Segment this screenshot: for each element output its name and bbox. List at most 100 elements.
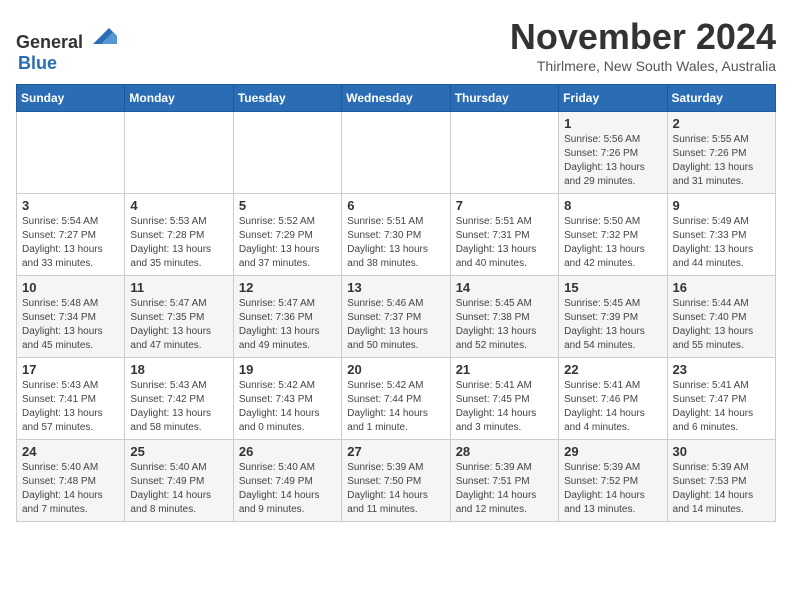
day-number: 20 bbox=[347, 362, 444, 377]
calendar-cell: 3 Sunrise: 5:54 AM Sunset: 7:27 PM Daylig… bbox=[17, 194, 125, 276]
day-number: 24 bbox=[22, 444, 119, 459]
calendar-cell: 13 Sunrise: 5:46 AM Sunset: 7:37 PM Dayli… bbox=[342, 276, 450, 358]
calendar-cell: 29 Sunrise: 5:39 AM Sunset: 7:52 PM Dayli… bbox=[559, 440, 667, 522]
day-number: 1 bbox=[564, 116, 661, 131]
weekday-row: SundayMondayTuesdayWednesdayThursdayFrid… bbox=[17, 85, 776, 112]
day-info: Sunrise: 5:41 AM Sunset: 7:45 PM Dayligh… bbox=[456, 379, 553, 435]
day-info: Sunrise: 5:41 AM Sunset: 7:46 PM Dayligh… bbox=[564, 379, 661, 435]
calendar-cell bbox=[342, 112, 450, 194]
day-number: 27 bbox=[347, 444, 444, 459]
day-info: Sunrise: 5:43 AM Sunset: 7:41 PM Dayligh… bbox=[22, 379, 119, 435]
day-number: 25 bbox=[130, 444, 227, 459]
page-header: General Blue November 2024 Thirlmere, Ne… bbox=[16, 16, 776, 74]
location-title: Thirlmere, New South Wales, Australia bbox=[510, 58, 776, 74]
day-number: 14 bbox=[456, 280, 553, 295]
day-number: 12 bbox=[239, 280, 336, 295]
day-number: 13 bbox=[347, 280, 444, 295]
calendar-cell: 2 Sunrise: 5:55 AM Sunset: 7:26 PM Daylig… bbox=[667, 112, 775, 194]
calendar-cell: 18 Sunrise: 5:43 AM Sunset: 7:42 PM Dayli… bbox=[125, 358, 233, 440]
title-area: November 2024 Thirlmere, New South Wales… bbox=[510, 16, 776, 74]
day-number: 4 bbox=[130, 198, 227, 213]
day-info: Sunrise: 5:51 AM Sunset: 7:30 PM Dayligh… bbox=[347, 215, 444, 271]
day-number: 2 bbox=[673, 116, 770, 131]
day-number: 15 bbox=[564, 280, 661, 295]
day-number: 21 bbox=[456, 362, 553, 377]
calendar-cell: 23 Sunrise: 5:41 AM Sunset: 7:47 PM Dayli… bbox=[667, 358, 775, 440]
calendar-cell: 4 Sunrise: 5:53 AM Sunset: 7:28 PM Daylig… bbox=[125, 194, 233, 276]
calendar-table: SundayMondayTuesdayWednesdayThursdayFrid… bbox=[16, 84, 776, 522]
day-number: 18 bbox=[130, 362, 227, 377]
logo-icon bbox=[85, 16, 117, 48]
calendar-cell: 8 Sunrise: 5:50 AM Sunset: 7:32 PM Daylig… bbox=[559, 194, 667, 276]
logo: General Blue bbox=[16, 16, 117, 74]
weekday-header: Thursday bbox=[450, 85, 558, 112]
calendar-header: SundayMondayTuesdayWednesdayThursdayFrid… bbox=[17, 85, 776, 112]
calendar-cell: 22Sunrise: 5:41 AM Sunset: 7:46 PM Dayli… bbox=[559, 358, 667, 440]
logo-blue: Blue bbox=[18, 53, 57, 73]
day-info: Sunrise: 5:39 AM Sunset: 7:51 PM Dayligh… bbox=[456, 461, 553, 517]
day-info: Sunrise: 5:54 AM Sunset: 7:27 PM Dayligh… bbox=[22, 215, 119, 271]
calendar-cell: 20 Sunrise: 5:42 AM Sunset: 7:44 PM Dayli… bbox=[342, 358, 450, 440]
day-info: Sunrise: 5:47 AM Sunset: 7:35 PM Dayligh… bbox=[130, 297, 227, 353]
calendar-cell: 25 Sunrise: 5:40 AM Sunset: 7:49 PM Dayli… bbox=[125, 440, 233, 522]
calendar-cell: 15 Sunrise: 5:45 AM Sunset: 7:39 PM Dayli… bbox=[559, 276, 667, 358]
day-info: Sunrise: 5:39 AM Sunset: 7:50 PM Dayligh… bbox=[347, 461, 444, 517]
calendar-cell: 24 Sunrise: 5:40 AM Sunset: 7:48 PM Dayli… bbox=[17, 440, 125, 522]
day-number: 29 bbox=[564, 444, 661, 459]
calendar-cell: 19 Sunrise: 5:42 AM Sunset: 7:43 PM Dayli… bbox=[233, 358, 341, 440]
day-info: Sunrise: 5:43 AM Sunset: 7:42 PM Dayligh… bbox=[130, 379, 227, 435]
day-info: Sunrise: 5:40 AM Sunset: 7:49 PM Dayligh… bbox=[130, 461, 227, 517]
day-info: Sunrise: 5:49 AM Sunset: 7:33 PM Dayligh… bbox=[673, 215, 770, 271]
calendar-cell: 28Sunrise: 5:39 AM Sunset: 7:51 PM Dayli… bbox=[450, 440, 558, 522]
day-number: 8 bbox=[564, 198, 661, 213]
day-info: Sunrise: 5:50 AM Sunset: 7:32 PM Dayligh… bbox=[564, 215, 661, 271]
day-number: 9 bbox=[673, 198, 770, 213]
day-info: Sunrise: 5:53 AM Sunset: 7:28 PM Dayligh… bbox=[130, 215, 227, 271]
calendar-cell bbox=[233, 112, 341, 194]
calendar-cell: 6 Sunrise: 5:51 AM Sunset: 7:30 PM Daylig… bbox=[342, 194, 450, 276]
weekday-header: Friday bbox=[559, 85, 667, 112]
weekday-header: Monday bbox=[125, 85, 233, 112]
calendar-cell: 1 Sunrise: 5:56 AM Sunset: 7:26 PM Daylig… bbox=[559, 112, 667, 194]
calendar-cell: 5 Sunrise: 5:52 AM Sunset: 7:29 PM Daylig… bbox=[233, 194, 341, 276]
calendar-cell: 26Sunrise: 5:40 AM Sunset: 7:49 PM Dayli… bbox=[233, 440, 341, 522]
day-info: Sunrise: 5:46 AM Sunset: 7:37 PM Dayligh… bbox=[347, 297, 444, 353]
day-info: Sunrise: 5:39 AM Sunset: 7:52 PM Dayligh… bbox=[564, 461, 661, 517]
day-number: 23 bbox=[673, 362, 770, 377]
weekday-header: Sunday bbox=[17, 85, 125, 112]
day-number: 19 bbox=[239, 362, 336, 377]
day-info: Sunrise: 5:56 AM Sunset: 7:26 PM Dayligh… bbox=[564, 133, 661, 189]
calendar-cell: 21 Sunrise: 5:41 AM Sunset: 7:45 PM Dayli… bbox=[450, 358, 558, 440]
calendar-cell: 30 Sunrise: 5:39 AM Sunset: 7:53 PM Dayli… bbox=[667, 440, 775, 522]
calendar-body: 1 Sunrise: 5:56 AM Sunset: 7:26 PM Daylig… bbox=[17, 112, 776, 522]
day-info: Sunrise: 5:39 AM Sunset: 7:53 PM Dayligh… bbox=[673, 461, 770, 517]
calendar-cell: 16Sunrise: 5:44 AM Sunset: 7:40 PM Dayli… bbox=[667, 276, 775, 358]
calendar-week-row: 24 Sunrise: 5:40 AM Sunset: 7:48 PM Dayli… bbox=[17, 440, 776, 522]
day-number: 11 bbox=[130, 280, 227, 295]
day-info: Sunrise: 5:45 AM Sunset: 7:38 PM Dayligh… bbox=[456, 297, 553, 353]
calendar-cell: 11 Sunrise: 5:47 AM Sunset: 7:35 PM Dayli… bbox=[125, 276, 233, 358]
day-info: Sunrise: 5:42 AM Sunset: 7:44 PM Dayligh… bbox=[347, 379, 444, 435]
day-number: 10 bbox=[22, 280, 119, 295]
calendar-cell: 27 Sunrise: 5:39 AM Sunset: 7:50 PM Dayli… bbox=[342, 440, 450, 522]
calendar-cell: 17Sunrise: 5:43 AM Sunset: 7:41 PM Dayli… bbox=[17, 358, 125, 440]
day-info: Sunrise: 5:55 AM Sunset: 7:26 PM Dayligh… bbox=[673, 133, 770, 189]
calendar-cell: 14 Sunrise: 5:45 AM Sunset: 7:38 PM Dayli… bbox=[450, 276, 558, 358]
calendar-cell: 10 Sunrise: 5:48 AM Sunset: 7:34 PM Dayli… bbox=[17, 276, 125, 358]
calendar-cell: 7Sunrise: 5:51 AM Sunset: 7:31 PM Daylig… bbox=[450, 194, 558, 276]
day-number: 5 bbox=[239, 198, 336, 213]
day-info: Sunrise: 5:40 AM Sunset: 7:48 PM Dayligh… bbox=[22, 461, 119, 517]
day-number: 30 bbox=[673, 444, 770, 459]
day-info: Sunrise: 5:41 AM Sunset: 7:47 PM Dayligh… bbox=[673, 379, 770, 435]
day-info: Sunrise: 5:48 AM Sunset: 7:34 PM Dayligh… bbox=[22, 297, 119, 353]
day-info: Sunrise: 5:45 AM Sunset: 7:39 PM Dayligh… bbox=[564, 297, 661, 353]
day-number: 6 bbox=[347, 198, 444, 213]
day-number: 7 bbox=[456, 198, 553, 213]
calendar-cell bbox=[125, 112, 233, 194]
calendar-cell bbox=[450, 112, 558, 194]
day-info: Sunrise: 5:42 AM Sunset: 7:43 PM Dayligh… bbox=[239, 379, 336, 435]
day-number: 3 bbox=[22, 198, 119, 213]
day-info: Sunrise: 5:40 AM Sunset: 7:49 PM Dayligh… bbox=[239, 461, 336, 517]
day-info: Sunrise: 5:47 AM Sunset: 7:36 PM Dayligh… bbox=[239, 297, 336, 353]
day-info: Sunrise: 5:52 AM Sunset: 7:29 PM Dayligh… bbox=[239, 215, 336, 271]
